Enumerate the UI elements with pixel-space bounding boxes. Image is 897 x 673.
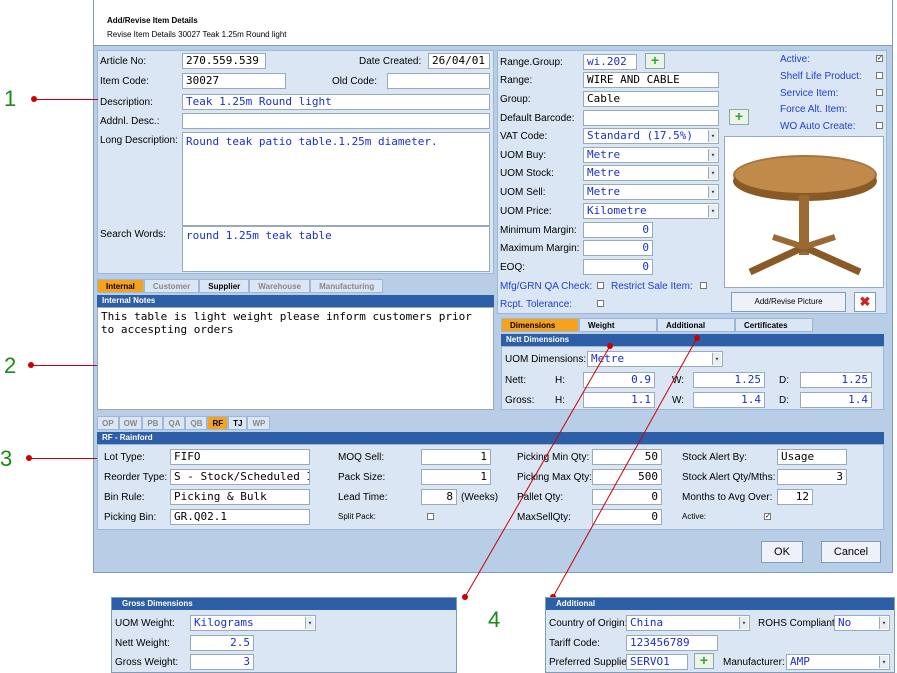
chevron-down-icon: ▾ bbox=[879, 617, 888, 629]
nett-weight-field[interactable]: 2.5 bbox=[190, 635, 254, 651]
preferred-supplier-label: Preferred Supplier: bbox=[549, 657, 633, 668]
chevron-down-icon: ▾ bbox=[305, 617, 314, 629]
country-select[interactable]: China ▾ bbox=[626, 615, 750, 631]
chevron-down-icon: ▾ bbox=[879, 656, 888, 668]
rohs-label: ROHS Compliant: bbox=[758, 618, 838, 629]
manufacturer-label: Manufacturer: bbox=[723, 657, 785, 668]
nett-weight-label: Nett Weight: bbox=[115, 638, 170, 649]
additional-header: Additional bbox=[546, 598, 894, 610]
uom-weight-value: Kilograms bbox=[194, 616, 254, 629]
gross-weight-field[interactable]: 3 bbox=[190, 654, 254, 670]
manufacturer-value: AMP bbox=[790, 655, 810, 668]
manufacturer-select[interactable]: AMP ▾ bbox=[786, 654, 890, 670]
country-value: China bbox=[630, 616, 664, 629]
rohs-select[interactable]: No ▾ bbox=[834, 615, 890, 631]
tariff-label: Tariff Code: bbox=[549, 638, 600, 649]
preferred-supplier-field[interactable]: SERVO1 bbox=[626, 654, 688, 670]
additional-panel: Additional Country of Origin: China ▾ ROH… bbox=[545, 597, 895, 673]
uom-weight-label: UOM Weight: bbox=[115, 618, 175, 629]
chevron-down-icon: ▾ bbox=[739, 617, 748, 629]
add-supplier-button[interactable]: + bbox=[694, 653, 714, 669]
gross-dimensions-header: Gross Dimensions bbox=[112, 598, 456, 610]
country-label: Country of Origin: bbox=[549, 618, 628, 629]
rohs-value: No bbox=[838, 616, 852, 629]
gross-dimensions-panel: Gross Dimensions UOM Weight: Kilograms ▾ … bbox=[111, 597, 457, 673]
plus-icon: + bbox=[699, 652, 709, 668]
callout-lines bbox=[462, 335, 700, 600]
gross-weight-label: Gross Weight: bbox=[115, 657, 179, 668]
tariff-field[interactable]: 123456789 bbox=[626, 635, 718, 651]
uom-weight-select[interactable]: Kilograms ▾ bbox=[190, 615, 316, 631]
